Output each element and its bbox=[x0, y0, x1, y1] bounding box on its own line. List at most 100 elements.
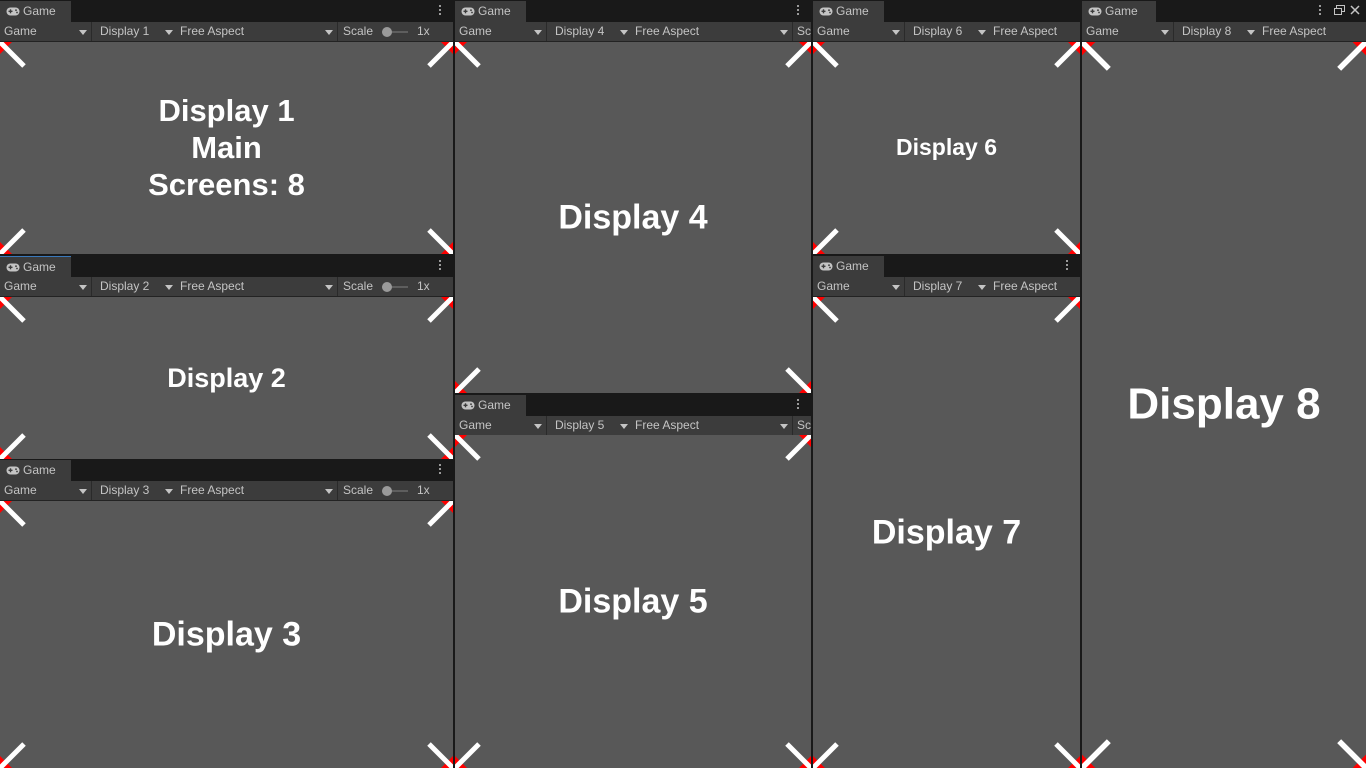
aspect-dropdown[interactable]: Free Aspect bbox=[176, 277, 336, 296]
close-icon[interactable] bbox=[1350, 5, 1360, 15]
game-view[interactable]: Display 2 bbox=[0, 297, 453, 459]
mode-dropdown[interactable]: Game bbox=[1082, 22, 1172, 41]
divider bbox=[91, 277, 92, 296]
mode-value: Game bbox=[4, 483, 37, 497]
corner-marker-bottom-left bbox=[455, 367, 481, 393]
mode-dropdown[interactable]: Game bbox=[0, 481, 90, 500]
chevron-down-icon bbox=[620, 424, 628, 429]
corner-marker-top-left bbox=[455, 435, 481, 461]
aspect-dropdown[interactable]: Free Aspect bbox=[631, 22, 791, 41]
aspect-value: Free Aspect bbox=[635, 24, 700, 38]
display-dropdown[interactable]: Display 1 bbox=[96, 22, 176, 41]
game-view[interactable]: Display 4 bbox=[455, 42, 811, 393]
kebab-menu-icon[interactable] bbox=[796, 398, 800, 412]
mode-dropdown[interactable]: Game bbox=[813, 22, 903, 41]
tab-label: Game bbox=[836, 259, 869, 273]
mode-dropdown[interactable]: Game bbox=[455, 22, 545, 41]
game-view[interactable]: Display 7 bbox=[813, 297, 1080, 768]
game-view[interactable]: Display 8 bbox=[1082, 42, 1366, 768]
tab-bar: Game bbox=[0, 0, 453, 22]
tab-label: Game bbox=[478, 4, 511, 18]
aspect-dropdown[interactable]: Free Aspect bbox=[631, 416, 791, 435]
screen-count: Screens: 8 bbox=[148, 167, 305, 203]
tab-game[interactable]: Game bbox=[813, 1, 884, 22]
chevron-down-icon bbox=[79, 285, 87, 290]
chevron-down-icon bbox=[165, 30, 173, 35]
chevron-down-icon bbox=[325, 285, 333, 290]
chevron-down-icon bbox=[325, 30, 333, 35]
aspect-dropdown[interactable]: Free Aspect bbox=[176, 481, 336, 500]
tab-game[interactable]: Game bbox=[0, 460, 71, 481]
corner-marker-bottom-left bbox=[0, 228, 26, 254]
display-dropdown[interactable]: Display 2 bbox=[96, 277, 176, 296]
divider bbox=[337, 22, 338, 41]
display-label: Display 7 bbox=[813, 512, 1080, 553]
divider bbox=[546, 416, 547, 435]
tab-game[interactable]: Game bbox=[813, 256, 884, 277]
scale-slider[interactable] bbox=[382, 27, 408, 37]
display-dropdown[interactable]: Display 5 bbox=[551, 416, 631, 435]
gamepad-icon bbox=[6, 466, 20, 475]
kebab-menu-icon[interactable] bbox=[438, 259, 442, 273]
kebab-menu-icon[interactable] bbox=[438, 4, 442, 18]
mode-value: Game bbox=[4, 24, 37, 38]
game-view[interactable]: Display 3 bbox=[0, 501, 453, 768]
scale-slider[interactable] bbox=[382, 282, 408, 292]
mode-dropdown[interactable]: Game bbox=[0, 277, 90, 296]
corner-marker-bottom-right bbox=[1054, 742, 1080, 768]
tab-bar: Game bbox=[813, 0, 1080, 22]
corner-marker-bottom-right bbox=[785, 742, 811, 768]
maximize-icon[interactable] bbox=[1334, 5, 1345, 15]
chevron-down-icon bbox=[534, 424, 542, 429]
game-toolbar: Game Display 5 Free Aspect Sc bbox=[455, 416, 811, 436]
kebab-menu-icon[interactable] bbox=[438, 463, 442, 477]
scale-slider[interactable] bbox=[382, 486, 408, 496]
slider-knob[interactable] bbox=[382, 27, 392, 37]
display-dropdown[interactable]: Display 4 bbox=[551, 22, 631, 41]
divider bbox=[337, 277, 338, 296]
mode-dropdown[interactable]: Game bbox=[813, 277, 903, 296]
tab-game[interactable]: Game bbox=[0, 256, 71, 277]
game-panel-1: Game Game Display 1 Free Aspect Scale 1x… bbox=[0, 0, 453, 254]
mode-dropdown[interactable]: Game bbox=[0, 22, 90, 41]
corner-marker-bottom-left bbox=[0, 433, 26, 459]
kebab-menu-icon[interactable] bbox=[1065, 259, 1069, 273]
slider-knob[interactable] bbox=[382, 282, 392, 292]
game-view[interactable]: Display 6 bbox=[813, 42, 1080, 254]
tab-bar: Game bbox=[0, 459, 453, 481]
display-dropdown[interactable]: Display 8 bbox=[1178, 22, 1258, 41]
kebab-menu-icon[interactable] bbox=[796, 4, 800, 18]
aspect-value: Free Aspect bbox=[635, 418, 700, 432]
corner-marker-bottom-right bbox=[427, 433, 453, 459]
game-view[interactable]: Display 5 bbox=[455, 435, 811, 768]
tab-game[interactable]: Game bbox=[455, 395, 526, 416]
display-dropdown[interactable]: Display 6 bbox=[909, 22, 989, 41]
tab-game[interactable]: Game bbox=[455, 1, 526, 22]
slider-knob[interactable] bbox=[382, 486, 392, 496]
aspect-dropdown[interactable]: Free Aspect bbox=[1258, 22, 1366, 41]
game-view[interactable]: Display 1 Main Screens: 8 bbox=[0, 42, 453, 254]
aspect-dropdown[interactable]: Free Aspect bbox=[989, 22, 1080, 41]
gamepad-icon bbox=[819, 7, 833, 16]
game-toolbar: Game Display 4 Free Aspect Sc bbox=[455, 22, 811, 42]
game-panel-6: Game Game Display 6 Free Aspect Display … bbox=[813, 0, 1080, 254]
gamepad-icon bbox=[461, 7, 475, 16]
divider bbox=[792, 416, 793, 435]
display-dropdown[interactable]: Display 7 bbox=[909, 277, 989, 296]
tab-game[interactable]: Game bbox=[0, 1, 71, 22]
corner-marker-top-left bbox=[455, 42, 481, 68]
display-title: Display 6 bbox=[896, 134, 997, 161]
divider bbox=[91, 22, 92, 41]
mode-dropdown[interactable]: Game bbox=[455, 416, 545, 435]
tab-game[interactable]: Game bbox=[1082, 1, 1156, 22]
aspect-value: Free Aspect bbox=[180, 279, 245, 293]
scale-label: Scale bbox=[343, 24, 374, 38]
game-toolbar: Game Display 8 Free Aspect bbox=[1082, 22, 1366, 42]
divider bbox=[337, 481, 338, 500]
aspect-dropdown[interactable]: Free Aspect bbox=[989, 277, 1080, 296]
display-dropdown[interactable]: Display 3 bbox=[96, 481, 176, 500]
game-toolbar: Game Display 3 Free Aspect Scale 1x bbox=[0, 481, 453, 501]
kebab-menu-icon[interactable] bbox=[1318, 4, 1322, 18]
chevron-down-icon bbox=[79, 489, 87, 494]
aspect-dropdown[interactable]: Free Aspect bbox=[176, 22, 336, 41]
